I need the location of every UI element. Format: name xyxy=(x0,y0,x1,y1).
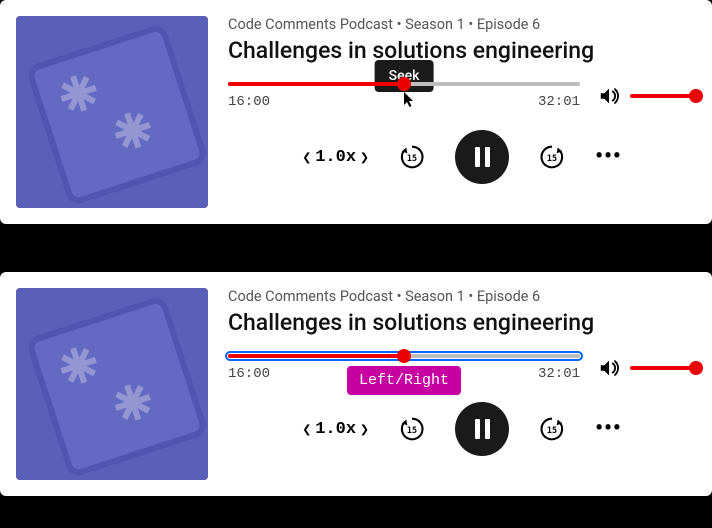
svg-text:15: 15 xyxy=(547,153,557,163)
svg-text:15: 15 xyxy=(407,425,417,435)
time-duration: 32:01 xyxy=(538,366,580,382)
pause-icon xyxy=(475,419,490,439)
svg-text:15: 15 xyxy=(407,153,417,163)
forward-15-button[interactable]: 15 xyxy=(537,142,567,172)
podcast-meta: Code Comments Podcast • Season 1 • Episo… xyxy=(228,288,696,305)
time-elapsed: 16:00 xyxy=(228,94,270,110)
pause-button[interactable] xyxy=(455,402,509,456)
podcast-meta: Code Comments Podcast • Season 1 • Episo… xyxy=(228,16,696,33)
forward-15-button[interactable]: 15 xyxy=(537,414,567,444)
volume-control[interactable] xyxy=(598,85,696,107)
podcast-artwork xyxy=(16,16,208,208)
episode-title: Challenges in solutions engineering xyxy=(228,37,696,64)
volume-icon xyxy=(598,357,620,379)
volume-icon xyxy=(598,85,620,107)
rewind-15-button[interactable]: 15 xyxy=(397,142,427,172)
podcast-artwork xyxy=(16,288,208,480)
pause-icon xyxy=(475,147,490,167)
cursor-icon xyxy=(404,92,416,112)
seek-bar[interactable]: Seek 16:00 32:01 xyxy=(228,82,580,110)
volume-control[interactable] xyxy=(598,357,696,379)
chevron-left-icon[interactable]: ❮ xyxy=(302,148,311,167)
chevron-right-icon[interactable]: ❯ xyxy=(360,420,369,439)
chevron-right-icon[interactable]: ❯ xyxy=(360,148,369,167)
playback-speed[interactable]: ❮ 1.0x ❯ xyxy=(302,148,369,167)
player-card: Code Comments Podcast • Season 1 • Episo… xyxy=(0,272,712,496)
rewind-15-button[interactable]: 15 xyxy=(397,414,427,444)
player-content: Code Comments Podcast • Season 1 • Episo… xyxy=(228,288,696,480)
time-elapsed: 16:00 xyxy=(228,366,270,382)
player-content: Code Comments Podcast • Season 1 • Episo… xyxy=(228,16,696,208)
pause-button[interactable] xyxy=(455,130,509,184)
playback-speed[interactable]: ❮ 1.0x ❯ xyxy=(302,420,369,439)
chevron-left-icon[interactable]: ❮ xyxy=(302,420,311,439)
seek-bar[interactable]: Left/Right 16:00 32:01 xyxy=(228,354,580,382)
episode-title: Challenges in solutions engineering xyxy=(228,309,696,336)
player-card: Code Comments Podcast • Season 1 • Episo… xyxy=(0,0,712,224)
keyboard-hint: Left/Right xyxy=(347,366,461,395)
time-duration: 32:01 xyxy=(538,94,580,110)
svg-text:15: 15 xyxy=(547,425,557,435)
